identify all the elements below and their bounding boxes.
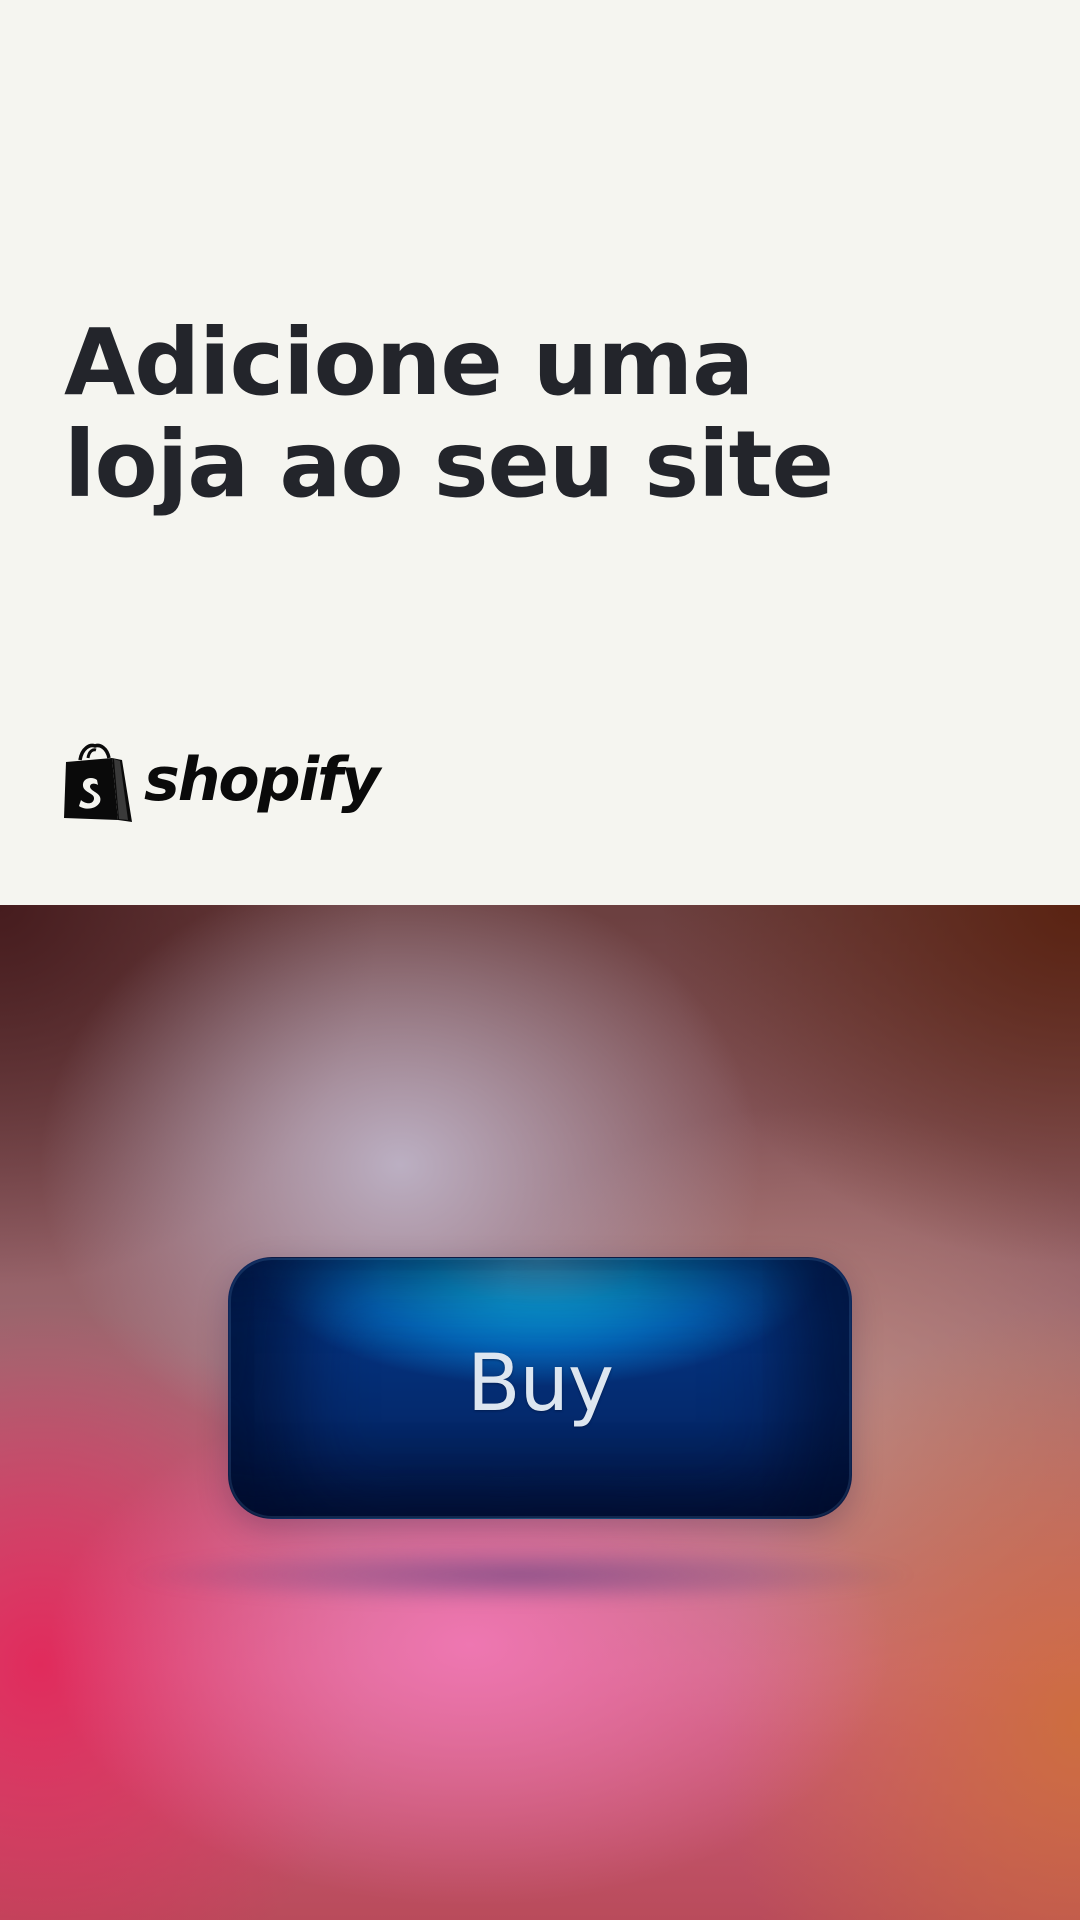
shopify-logo: shopify — [62, 742, 380, 826]
headline-line-1: Adicione uma — [64, 309, 754, 416]
headline: Adicione uma loja ao seu site — [64, 312, 964, 516]
buy-button[interactable]: Buy — [228, 1257, 852, 1519]
buy-button-label: Buy — [466, 1339, 614, 1429]
hero-image: Buy — [0, 905, 1080, 1920]
headline-line-2: loja ao seu site — [64, 411, 834, 518]
header-panel: Adicione uma loja ao seu site shopify — [0, 0, 1080, 905]
shopify-wordmark: shopify — [144, 745, 380, 815]
shopify-bag-icon — [64, 743, 132, 822]
button-shadow — [120, 1545, 920, 1605]
